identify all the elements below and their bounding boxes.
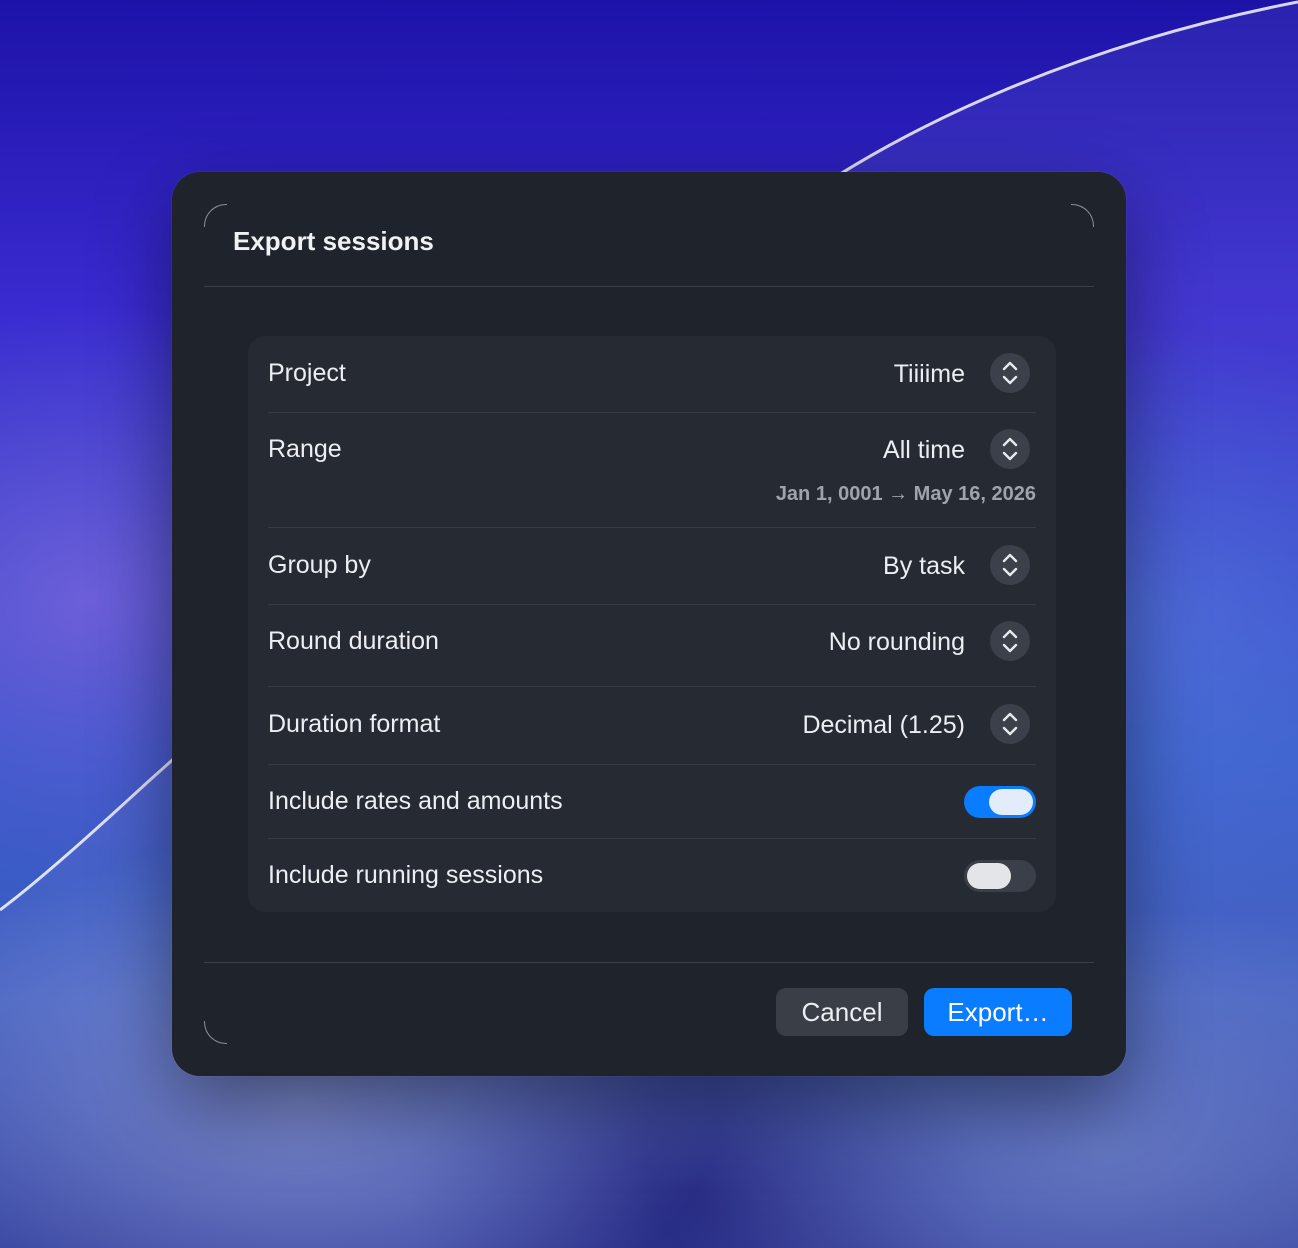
include-running-toggle[interactable] — [964, 860, 1036, 892]
round-duration-stepper[interactable] — [990, 621, 1030, 661]
group-by-label: Group by — [268, 551, 371, 579]
range-label: Range — [268, 435, 342, 463]
range-stepper[interactable] — [990, 429, 1030, 469]
duration-format-value[interactable]: Decimal (1.25) — [802, 710, 965, 740]
duration-format-row[interactable]: Duration format Decimal (1.25) — [268, 686, 1036, 765]
export-options-form: Project Tiiiime Range All time Jan 1, 00… — [248, 336, 1056, 912]
include-running-label: Include running sessions — [268, 861, 544, 889]
corner-mark — [1071, 204, 1094, 227]
corner-mark — [204, 204, 227, 227]
header-divider — [204, 286, 1094, 287]
project-value[interactable]: Tiiiime — [894, 359, 965, 389]
desktop-wallpaper: Export sessions Project Tiiiime Range Al… — [0, 0, 1298, 1248]
range-row[interactable]: Range All time Jan 1, 0001 → May 16, 202… — [268, 412, 1036, 528]
range-date-span: Jan 1, 0001 → May 16, 2026 — [775, 483, 1036, 505]
project-label: Project — [268, 359, 346, 387]
round-duration-row[interactable]: Round duration No rounding — [268, 604, 1036, 687]
chevron-up-down-icon — [1002, 361, 1018, 385]
group-by-value[interactable]: By task — [883, 551, 965, 581]
toggle-knob — [989, 789, 1033, 815]
project-row[interactable]: Project Tiiiime — [268, 336, 1036, 413]
include-rates-row: Include rates and amounts — [268, 764, 1036, 839]
chevron-up-down-icon — [1002, 712, 1018, 736]
cancel-button[interactable]: Cancel — [776, 988, 908, 1036]
project-stepper[interactable] — [990, 353, 1030, 393]
dialog-title: Export sessions — [233, 226, 434, 256]
group-by-stepper[interactable] — [990, 545, 1030, 585]
include-running-row: Include running sessions — [268, 838, 1036, 912]
round-duration-value[interactable]: No rounding — [829, 627, 965, 657]
toggle-knob — [967, 863, 1011, 889]
export-sessions-dialog: Export sessions Project Tiiiime Range Al… — [172, 172, 1126, 1076]
corner-mark — [204, 1021, 227, 1044]
footer-divider — [204, 962, 1094, 963]
chevron-up-down-icon — [1002, 437, 1018, 461]
chevron-up-down-icon — [1002, 629, 1018, 653]
duration-format-label: Duration format — [268, 710, 441, 738]
chevron-up-down-icon — [1002, 553, 1018, 577]
include-rates-label: Include rates and amounts — [268, 787, 563, 815]
range-value[interactable]: All time — [883, 435, 965, 465]
round-duration-label: Round duration — [268, 627, 439, 655]
duration-format-stepper[interactable] — [990, 704, 1030, 744]
include-rates-toggle[interactable] — [964, 786, 1036, 818]
export-button[interactable]: Export… — [924, 988, 1072, 1036]
group-by-row[interactable]: Group by By task — [268, 527, 1036, 605]
